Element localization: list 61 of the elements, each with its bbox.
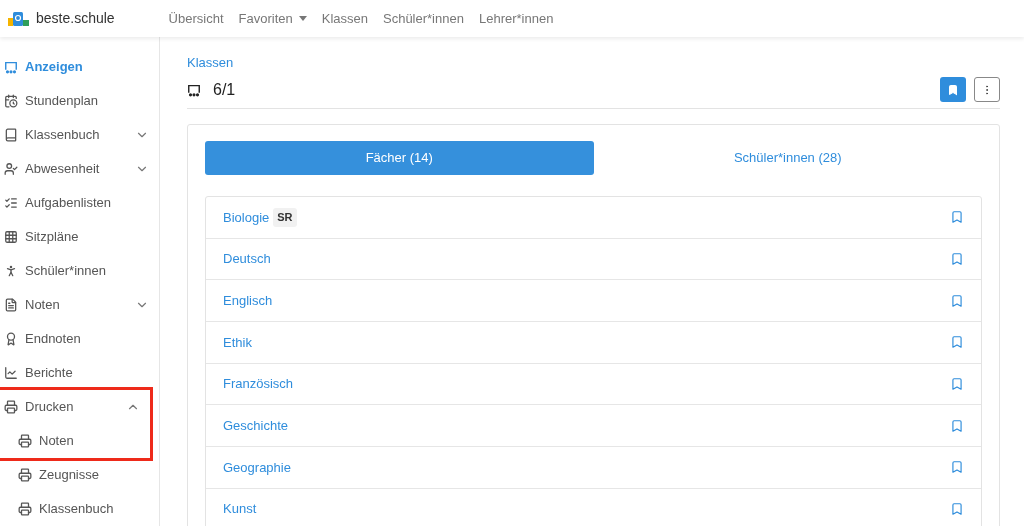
grid-icon	[4, 230, 18, 244]
sidebar-item[interactable]: Endnoten	[0, 322, 159, 356]
caret-icon	[298, 16, 307, 21]
subject-badge: SR	[273, 208, 297, 227]
person-icon	[4, 264, 18, 278]
calendar-icon	[4, 94, 18, 108]
sidebar-item[interactable]: Drucken	[0, 390, 150, 424]
more-button[interactable]	[974, 77, 1000, 102]
printer-icon	[4, 400, 18, 414]
bookmark-icon[interactable]	[950, 418, 964, 433]
nav-link[interactable]: Übersicht	[168, 8, 224, 29]
checklist-icon	[4, 196, 18, 210]
subject-link[interactable]: Ethik	[223, 332, 252, 353]
tab[interactable]: Schüler*innen (28)	[593, 141, 982, 175]
page-title: 6/1	[213, 80, 236, 100]
classroom-icon	[187, 83, 201, 97]
breadcrumb-link[interactable]: Klassen	[187, 55, 234, 70]
bookmark-icon	[947, 83, 959, 96]
bookmark-icon[interactable]	[950, 293, 964, 308]
sidebar-item[interactable]: Klassenbuch	[0, 492, 159, 526]
sidebar-item[interactable]: Aufgabenlisten	[0, 186, 159, 220]
bookmark-icon[interactable]	[950, 252, 964, 267]
subject-link[interactable]: Biologie	[223, 207, 270, 228]
sidebar-item[interactable]: Noten	[0, 288, 159, 322]
line-chart-icon	[4, 366, 18, 380]
sidebar-item[interactable]: Stundenplan	[0, 84, 159, 118]
award-icon	[4, 332, 18, 346]
classroom-icon	[4, 60, 18, 74]
sidebar-item[interactable]: Sitzpläne	[0, 220, 159, 254]
printer-icon	[18, 434, 32, 448]
sidebar-item[interactable]: Schüler*innen	[0, 254, 159, 288]
sidebar-item[interactable]: Berichte	[0, 356, 159, 390]
sidebar-item[interactable]: Klassenbuch	[0, 118, 159, 152]
bookmark-icon[interactable]	[950, 335, 964, 350]
nav-link[interactable]: Klassen	[321, 8, 368, 29]
sidebar-item[interactable]: Anzeigen	[0, 50, 159, 84]
printer-icon	[18, 468, 32, 482]
subject-link[interactable]: Kunst	[223, 499, 257, 519]
bookmark-icon[interactable]	[950, 502, 964, 517]
subject-link[interactable]: Deutsch	[223, 249, 271, 269]
sidebar-item[interactable]: Zeugnisse	[0, 458, 159, 492]
subject-link[interactable]: Geographie	[223, 457, 291, 478]
sidebar-item[interactable]: Abwesenheit	[0, 152, 159, 186]
bookmark-icon[interactable]	[950, 460, 964, 475]
sidebar-item[interactable]: Noten	[0, 424, 150, 458]
nav-link[interactable]: Schüler*innen	[383, 8, 464, 29]
bookmark-icon[interactable]	[950, 377, 964, 392]
subject-link[interactable]: Französisch	[223, 374, 294, 394]
nav-link[interactable]: Favoriten	[238, 8, 307, 29]
document-icon	[4, 298, 18, 312]
bookmark-icon[interactable]	[950, 210, 964, 225]
nav-link[interactable]: Lehrer*innen	[478, 8, 554, 29]
subject-link[interactable]: Geschichte	[223, 416, 289, 436]
brand-name: beste.schule	[36, 9, 115, 28]
logo-icon	[8, 10, 30, 27]
user-check-icon	[4, 162, 18, 176]
subject-link[interactable]: Englisch	[223, 290, 273, 311]
tab[interactable]: Fächer (14)	[205, 141, 594, 175]
book-icon	[4, 128, 18, 142]
printer-icon	[18, 502, 32, 516]
bookmark-button[interactable]	[940, 77, 966, 102]
